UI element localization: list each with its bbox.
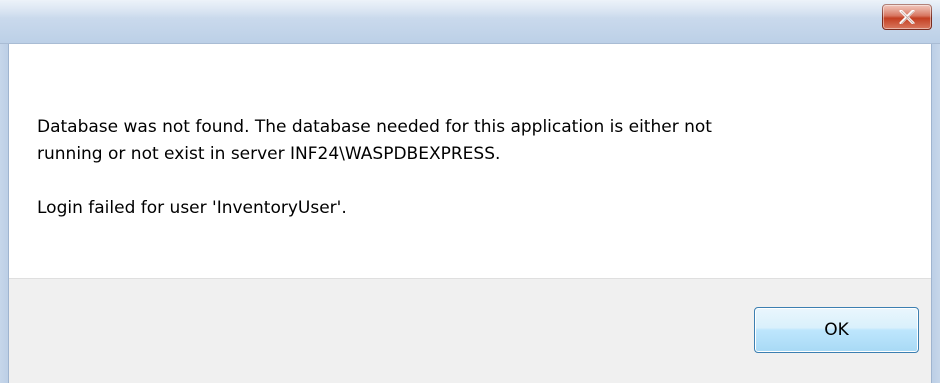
- button-bar: OK: [9, 278, 931, 383]
- window-frame-left: [0, 44, 9, 383]
- title-bar[interactable]: [0, 0, 940, 44]
- close-icon: [899, 10, 915, 24]
- message-line-3: Login failed for user 'InventoryUser'.: [37, 198, 347, 218]
- window-frame-right: [931, 44, 940, 383]
- error-message: Database was not found. The database nee…: [37, 114, 897, 222]
- message-area: Database was not found. The database nee…: [9, 44, 931, 278]
- message-line-1: Database was not found. The database nee…: [37, 117, 712, 137]
- error-dialog: Database was not found. The database nee…: [0, 0, 940, 383]
- ok-button[interactable]: OK: [754, 307, 919, 353]
- message-line-2: running or not exist in server INF24\WAS…: [37, 144, 501, 164]
- close-button[interactable]: [882, 4, 932, 30]
